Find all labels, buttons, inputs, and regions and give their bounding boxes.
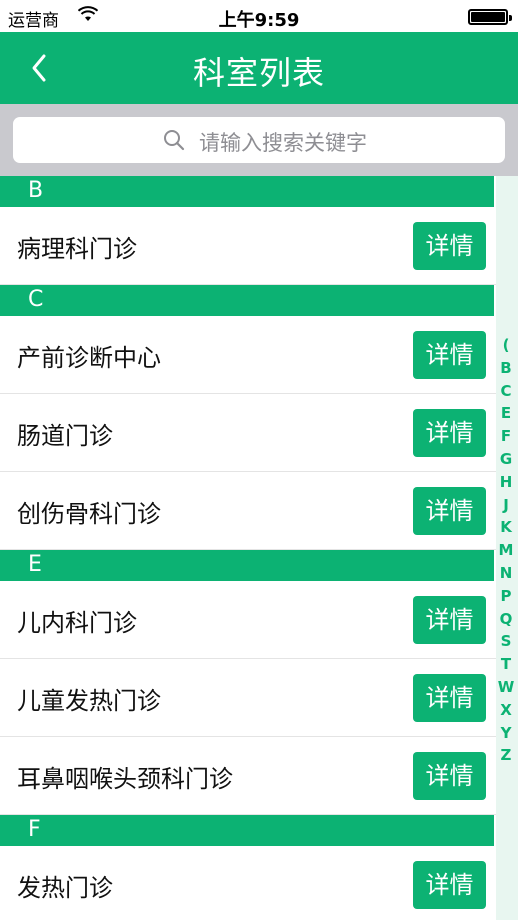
department-name: 儿童发热门诊 bbox=[17, 687, 161, 715]
list-item[interactable]: 儿童发热门诊 详情 bbox=[0, 659, 518, 737]
list-item[interactable]: 病理科门诊 详情 bbox=[0, 207, 518, 285]
department-name: 耳鼻咽喉头颈科门诊 bbox=[17, 765, 233, 793]
section-letter: E bbox=[28, 552, 42, 577]
index-letter[interactable]: K bbox=[494, 516, 518, 539]
list-item[interactable]: 产前诊断中心 详情 bbox=[0, 316, 518, 394]
department-name: 发热门诊 bbox=[17, 874, 113, 902]
department-name: 产前诊断中心 bbox=[17, 344, 161, 372]
detail-button[interactable]: 详情 bbox=[413, 861, 486, 909]
section-letter: C bbox=[28, 287, 44, 312]
section-header-c: C bbox=[0, 285, 494, 316]
section-header-e: E bbox=[0, 550, 494, 581]
index-letter[interactable]: ( bbox=[494, 334, 518, 357]
index-letter[interactable]: J bbox=[494, 494, 518, 517]
section-letter: B bbox=[28, 178, 44, 203]
search-icon bbox=[164, 130, 185, 151]
detail-button[interactable]: 详情 bbox=[413, 331, 486, 379]
index-letter[interactable]: X bbox=[494, 699, 518, 722]
index-letter[interactable]: Y bbox=[494, 722, 518, 745]
index-letter[interactable]: B bbox=[494, 357, 518, 380]
department-name: 儿内科门诊 bbox=[17, 609, 137, 637]
list-item[interactable]: 肠道门诊 详情 bbox=[0, 394, 518, 472]
department-name: 病理科门诊 bbox=[17, 235, 137, 263]
department-name: 肠道门诊 bbox=[17, 422, 113, 450]
list-item[interactable]: 耳鼻咽喉头颈科门诊 详情 bbox=[0, 737, 518, 815]
index-letter[interactable]: M bbox=[494, 539, 518, 562]
page-title: 科室列表 bbox=[192, 54, 325, 92]
detail-button[interactable]: 详情 bbox=[413, 752, 486, 800]
index-letter[interactable]: E bbox=[494, 402, 518, 425]
search-area: 请输入搜索关键字 bbox=[0, 104, 518, 176]
index-letter[interactable]: Q bbox=[494, 608, 518, 631]
list-item[interactable]: 创伤骨科门诊 详情 bbox=[0, 472, 518, 550]
search-placeholder: 请输入搜索关键字 bbox=[199, 131, 367, 155]
battery-icon bbox=[468, 9, 512, 25]
list-item[interactable]: 发热门诊 详情 bbox=[0, 846, 518, 920]
department-list: B 病理科门诊 详情 C 产前诊断中心 详情 肠道门诊 详情 创伤骨科门诊 详情… bbox=[0, 176, 518, 920]
status-bar: 运营商 上午9:59 bbox=[0, 0, 518, 32]
index-letter[interactable]: C bbox=[494, 380, 518, 403]
section-index[interactable]: ( B C E F G H J K M N P Q S T W X Y Z bbox=[494, 334, 518, 767]
index-letter[interactable]: N bbox=[494, 562, 518, 585]
index-letter[interactable]: H bbox=[494, 471, 518, 494]
detail-button[interactable]: 详情 bbox=[413, 487, 486, 535]
section-letter: F bbox=[28, 817, 41, 842]
section-header-f: F bbox=[0, 815, 494, 846]
index-letter[interactable]: Z bbox=[494, 744, 518, 767]
detail-button[interactable]: 详情 bbox=[413, 409, 486, 457]
index-letter[interactable]: S bbox=[494, 630, 518, 653]
index-letter[interactable]: W bbox=[494, 676, 518, 699]
status-time: 上午9:59 bbox=[218, 10, 300, 31]
detail-button[interactable]: 详情 bbox=[413, 222, 486, 270]
index-letter[interactable]: P bbox=[494, 585, 518, 608]
section-header-b: B bbox=[0, 176, 494, 207]
list-item[interactable]: 儿内科门诊 详情 bbox=[0, 581, 518, 659]
index-letter[interactable]: F bbox=[494, 425, 518, 448]
department-name: 创伤骨科门诊 bbox=[17, 500, 161, 528]
index-letter[interactable]: G bbox=[494, 448, 518, 471]
detail-button[interactable]: 详情 bbox=[413, 674, 486, 722]
search-input[interactable]: 请输入搜索关键字 bbox=[13, 117, 505, 163]
navigation-bar: 科室列表 bbox=[0, 32, 518, 104]
index-letter[interactable]: T bbox=[494, 653, 518, 676]
detail-button[interactable]: 详情 bbox=[413, 596, 486, 644]
